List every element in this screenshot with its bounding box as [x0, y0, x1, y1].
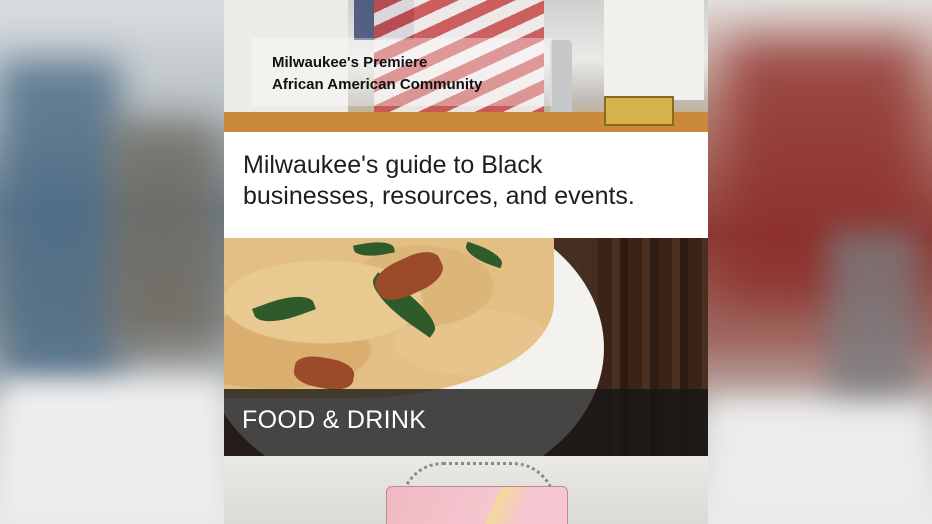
tagline-line2: businesses, resources, and events.	[243, 182, 635, 210]
hero-label: Milwaukee's Premiere African American Co…	[252, 38, 552, 106]
hero-label-line1: Milwaukee's Premiere	[272, 54, 428, 71]
hero-image-case	[604, 96, 674, 126]
handbag-image	[386, 486, 568, 524]
blurred-background-left	[0, 0, 224, 524]
category-card-next[interactable]	[224, 456, 708, 524]
category-label-food-drink: FOOD & DRINK	[224, 389, 708, 456]
blurred-background-right	[708, 0, 932, 524]
mobile-page: Milwaukee's Premiere African American Co…	[224, 0, 708, 524]
tagline: Milwaukee's guide to Black businesses, r…	[224, 132, 708, 238]
tagline-line1: Milwaukee's guide to Black	[243, 151, 543, 179]
category-card-food-drink[interactable]: FOOD & DRINK	[224, 238, 708, 456]
hero-banner: Milwaukee's Premiere African American Co…	[224, 0, 708, 132]
hero-label-line2: African American Community	[272, 76, 483, 93]
hero-image-shelf-right	[604, 0, 704, 100]
